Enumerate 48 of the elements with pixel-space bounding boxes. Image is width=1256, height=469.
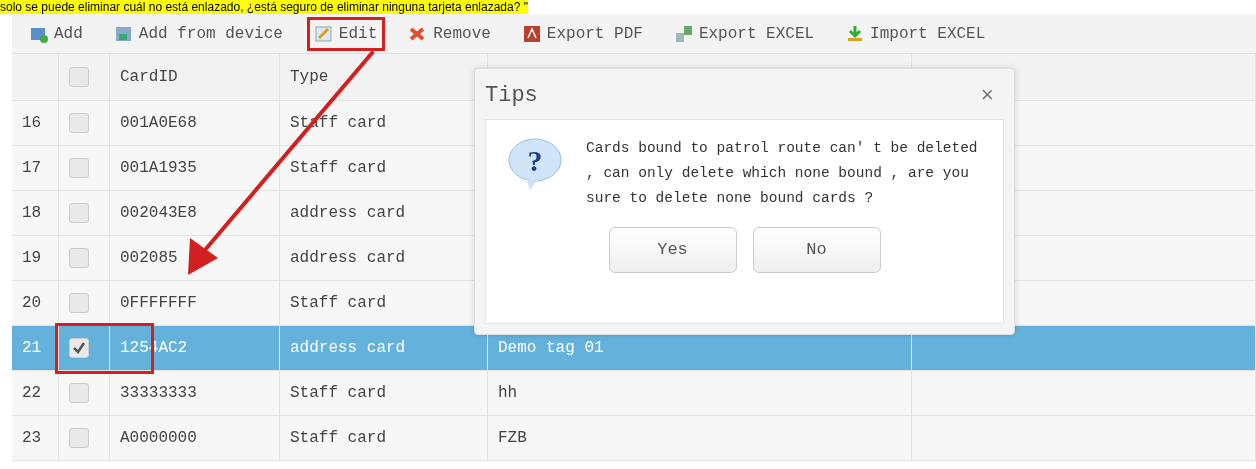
table-cell: 002043E8 (110, 191, 280, 236)
row-number: 23 (12, 416, 59, 461)
table-cell: hh (488, 371, 912, 416)
row-number: 18 (12, 191, 59, 236)
checkbox[interactable] (69, 203, 89, 223)
column-header: CardID (110, 54, 280, 101)
checkbox[interactable] (69, 248, 89, 268)
checkbox[interactable] (69, 338, 89, 358)
toolbar-button[interactable]: Export EXCEL (670, 19, 819, 48)
table-cell: FZB (488, 416, 912, 461)
toolbar-button[interactable]: Export PDF (518, 19, 647, 48)
device-icon (114, 24, 133, 43)
table-cell: Staff card (280, 416, 488, 461)
checkbox[interactable] (69, 428, 89, 448)
table-cell: 001A1935 (110, 146, 280, 191)
dialog-title: Tips (485, 83, 538, 108)
toolbar-button[interactable]: Edit (310, 19, 382, 48)
row-number: 16 (12, 101, 59, 146)
table-cell: 0FFFFFFF (110, 281, 280, 326)
row-number: 22 (12, 371, 59, 416)
download-arrow-icon (846, 24, 865, 43)
row-number: 20 (12, 281, 59, 326)
close-button[interactable]: × (974, 79, 1000, 114)
table-cell: Staff card (280, 371, 488, 416)
checkbox[interactable] (69, 158, 89, 178)
table-cell: address card (280, 326, 488, 371)
row-number: 19 (12, 236, 59, 281)
caption-text: solo se puede eliminar cuál no está enlazado, ¿está seguro de eliminar ninguna tarjeta enlazada? " (0, 0, 528, 14)
toolbar-button[interactable]: Add (26, 19, 87, 48)
toolbar-button[interactable]: Import EXCEL (842, 19, 990, 48)
dialog-message: Cards bound to patrol route can' t be deleted , can only delete which none bound , are you sure to delete none bound cards ? (586, 139, 979, 208)
row-number: 21 (12, 326, 59, 371)
checkbox[interactable] (69, 383, 89, 403)
row-number: 17 (12, 146, 59, 191)
table-cell: 002085 (110, 236, 280, 281)
checkbox[interactable] (69, 293, 89, 313)
checkbox[interactable] (69, 67, 89, 87)
no-button[interactable]: No (752, 227, 881, 273)
pencil-icon (314, 24, 333, 43)
toolbar-button[interactable]: Remove (405, 19, 495, 48)
yes-button[interactable]: Yes (608, 227, 737, 273)
table-cell: 001A0E68 (110, 101, 280, 146)
toolbar-button[interactable]: Add from device (110, 19, 287, 48)
spreadsheet-icon (674, 24, 693, 43)
pdf-icon (522, 24, 541, 43)
table-cell: A0000000 (110, 416, 280, 461)
table-cell: 33333333 (110, 371, 280, 416)
checkbox[interactable] (69, 113, 89, 133)
